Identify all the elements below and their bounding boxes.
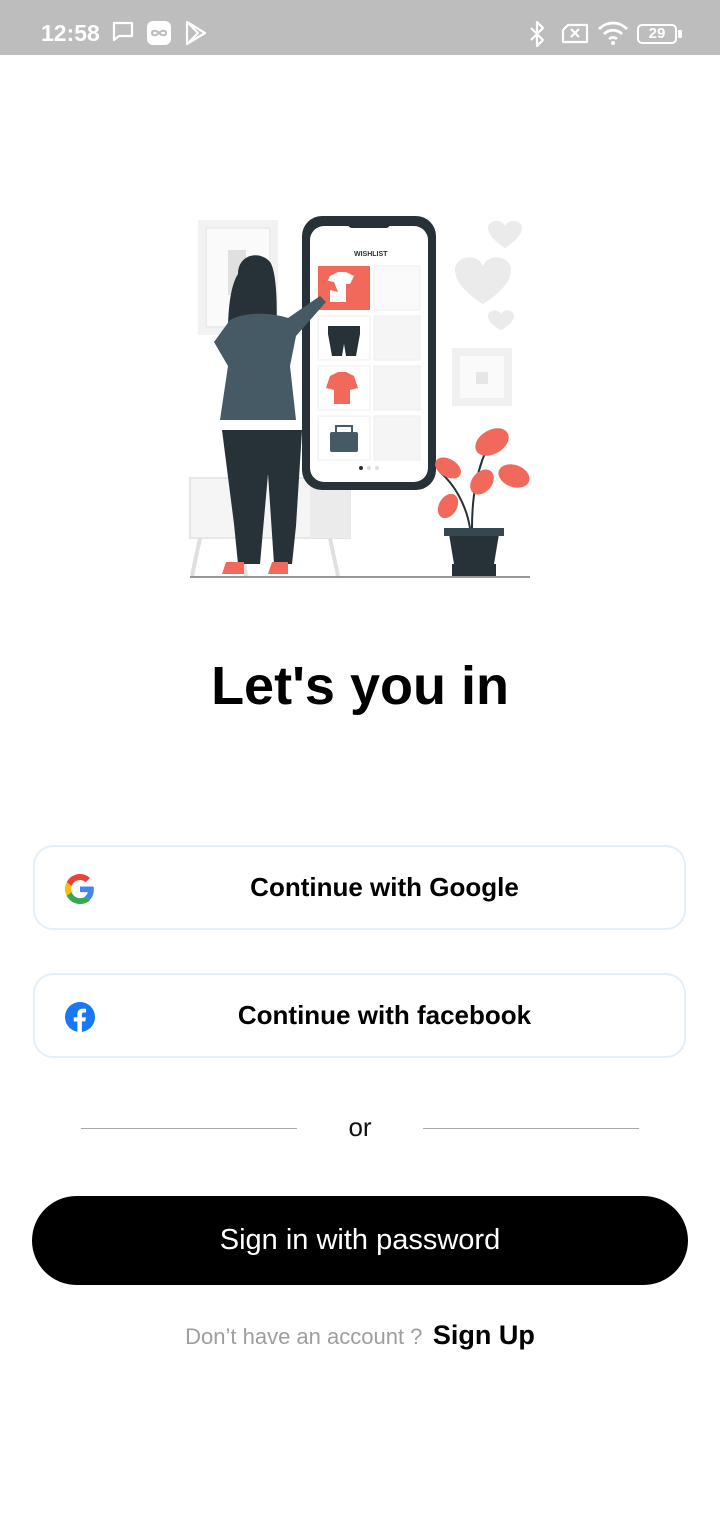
continue-with-google-button[interactable]: Continue with Google (33, 845, 686, 930)
battery-level: 29 (648, 25, 666, 42)
play-store-icon (185, 20, 207, 46)
wifi-icon (598, 21, 628, 45)
facebook-button-label: Continue with facebook (237, 1000, 532, 1030)
status-bar: 12:58 29 (0, 0, 720, 55)
sign-in-with-password-button[interactable]: Sign in with password (32, 1196, 688, 1285)
wishlist-shopping-illustration: WISHLIST (189, 216, 530, 578)
illustration-screen-header: WISHLIST (354, 251, 388, 258)
bluetooth-icon (530, 20, 545, 48)
divider-right (423, 1128, 639, 1129)
divider-left (81, 1128, 297, 1129)
google-button-label: Continue with Google (250, 872, 519, 902)
status-time: 12:58 (41, 20, 100, 46)
page-title: Let's you in (211, 656, 509, 716)
battery-tip (678, 30, 682, 38)
message-icon (112, 21, 134, 42)
battery-icon: 29 (637, 24, 677, 44)
infinity-app-icon (147, 21, 171, 45)
signup-prompt: Don’t have an account ? (185, 1324, 423, 1349)
no-sim-icon (561, 23, 589, 44)
continue-with-facebook-button[interactable]: Continue with facebook (33, 973, 686, 1058)
google-icon (65, 874, 94, 904)
or-label: or (348, 1112, 372, 1142)
facebook-icon (65, 1002, 95, 1032)
sign-up-link[interactable]: Sign Up (433, 1320, 535, 1350)
signup-row: Don’t have an account ? Sign Up (0, 1320, 720, 1351)
